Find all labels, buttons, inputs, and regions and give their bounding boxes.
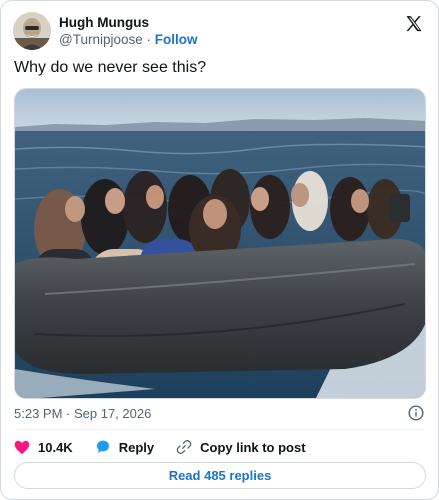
avatar-image [13, 12, 51, 50]
tweet-timestamp[interactable]: 5:23 PM · Sep 17, 2026 [14, 406, 151, 421]
heart-icon [14, 440, 30, 454]
divider [14, 429, 425, 430]
photo-boat-scene [15, 89, 425, 398]
avatar[interactable] [13, 12, 51, 50]
tweet-media-image[interactable] [14, 88, 426, 399]
read-replies-button[interactable]: Read 485 replies [14, 462, 426, 489]
link-icon [176, 440, 192, 454]
author-handle[interactable]: @Turnipjoose [59, 32, 143, 47]
speech-bubble-icon [96, 440, 109, 453]
author-display-name[interactable]: Hugh Mungus [59, 14, 198, 31]
like-count: 10.4K [38, 439, 73, 455]
tweet-actions: 10.4K Reply Copy link to post [14, 437, 328, 457]
copy-link-label: Copy link to post [200, 439, 306, 455]
info-icon[interactable] [408, 405, 424, 421]
reply-label: Reply [118, 439, 155, 455]
x-logo-icon[interactable] [404, 14, 424, 34]
follow-button[interactable]: Follow [155, 32, 198, 47]
copy-link-button[interactable]: Copy link to post [176, 439, 306, 455]
tweet-header: Hugh Mungus @Turnipjoose · Follow [13, 10, 426, 52]
tweet-text: Why do we never see this? [14, 59, 207, 76]
reply-button[interactable]: Reply [95, 439, 154, 455]
read-replies-label: Read 485 replies [168, 468, 272, 483]
author-handle-row: @Turnipjoose · Follow [59, 31, 198, 48]
like-button[interactable]: 10.4K [14, 440, 73, 455]
author-info: Hugh Mungus @Turnipjoose · Follow [59, 14, 198, 48]
tweet-embed-card: Hugh Mungus @Turnipjoose · Follow Why do… [0, 0, 439, 500]
handle-separator: · [146, 32, 152, 47]
